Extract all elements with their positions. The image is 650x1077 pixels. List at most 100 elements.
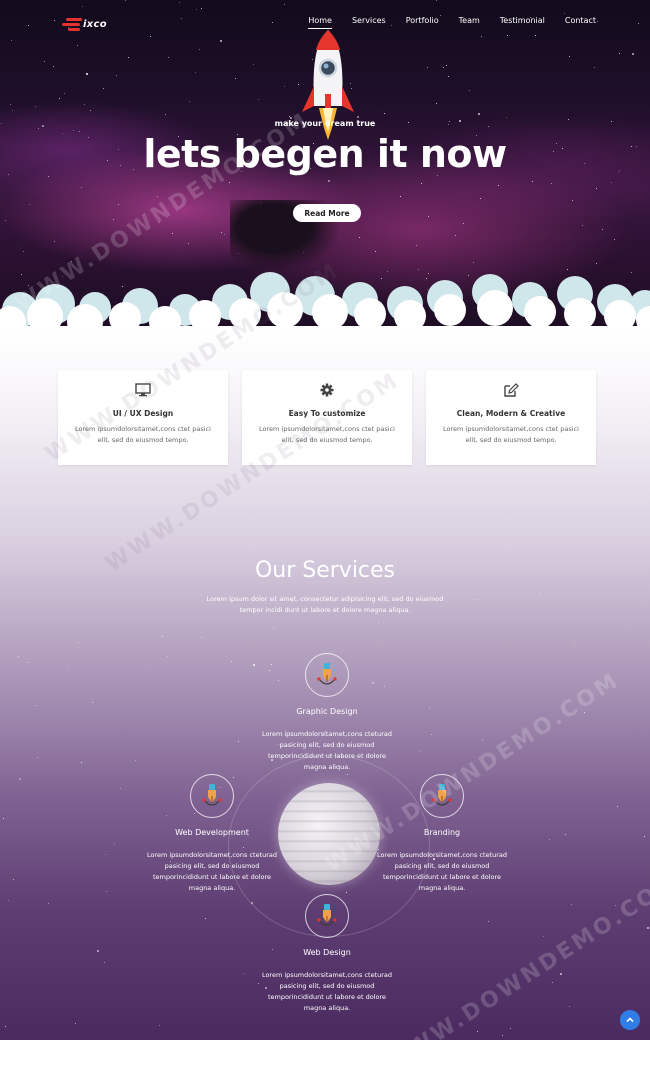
- star: [269, 670, 270, 671]
- star: [328, 180, 330, 182]
- service-icon-web-design[interactable]: [305, 894, 349, 938]
- star: [357, 116, 359, 118]
- feature-card-text: Lorem ipsumdolorsitamet,cons ctet pasici…: [259, 425, 395, 444]
- pen-tool-icon: [317, 663, 337, 685]
- star: [572, 200, 573, 201]
- star: [582, 225, 583, 226]
- star: [443, 67, 444, 68]
- logo-text: ixco: [83, 18, 107, 30]
- star: [644, 836, 645, 837]
- star: [73, 130, 74, 131]
- star: [231, 661, 232, 662]
- service-text: Lorem ipsumdolorsitamet,cons cteturad pa…: [261, 730, 393, 771]
- read-more-button[interactable]: Read More: [293, 204, 361, 222]
- star: [463, 223, 464, 224]
- monitor-icon: [135, 383, 151, 397]
- star: [619, 53, 620, 54]
- star: [97, 950, 99, 952]
- star: [194, 813, 195, 814]
- star: [113, 219, 114, 220]
- star: [38, 128, 39, 129]
- nav-item-services[interactable]: Services: [352, 16, 386, 29]
- star: [421, 183, 422, 184]
- star: [617, 806, 618, 807]
- star: [540, 593, 541, 594]
- pen-tool-icon: [202, 784, 222, 806]
- star: [221, 232, 222, 233]
- star: [28, 662, 29, 663]
- service-icon-graphic-design[interactable]: [305, 653, 349, 697]
- star: [584, 712, 585, 713]
- nav-item-portfolio[interactable]: Portfolio: [406, 16, 439, 29]
- star: [532, 181, 533, 182]
- star: [120, 788, 121, 789]
- star: [565, 834, 566, 835]
- star: [103, 88, 104, 89]
- star: [372, 682, 374, 684]
- star: [64, 93, 65, 94]
- star: [594, 67, 595, 68]
- star: [159, 1025, 160, 1026]
- star: [469, 90, 470, 91]
- star: [157, 196, 158, 197]
- star: [196, 9, 197, 10]
- star: [569, 1006, 570, 1007]
- star: [128, 57, 129, 58]
- star: [253, 64, 254, 65]
- star: [23, 251, 24, 252]
- star: [106, 891, 107, 892]
- star: [37, 757, 38, 758]
- star: [298, 84, 299, 85]
- service-title: Graphic Design: [296, 707, 358, 716]
- star: [244, 973, 245, 974]
- star: [574, 642, 575, 643]
- star: [478, 113, 480, 115]
- services-heading: Our Services: [254, 558, 396, 583]
- star: [162, 636, 163, 637]
- star: [105, 854, 106, 855]
- service-title: Web Design: [303, 948, 351, 957]
- star: [71, 261, 72, 262]
- star: [220, 40, 222, 42]
- star: [149, 665, 150, 666]
- star: [172, 233, 173, 234]
- logo-mark-icon: [60, 16, 82, 32]
- logo[interactable]: ixco: [60, 14, 107, 34]
- star: [271, 664, 272, 665]
- star: [179, 2, 180, 3]
- edit-icon: [504, 383, 519, 397]
- star: [569, 56, 570, 57]
- service-icon-branding[interactable]: [420, 774, 464, 818]
- service-text: Lorem ipsumdolorsitamet,cons cteturad pa…: [261, 971, 393, 1012]
- nav-item-contact[interactable]: Contact: [565, 16, 596, 29]
- star: [68, 665, 69, 666]
- star: [614, 239, 615, 240]
- star: [615, 905, 616, 906]
- gear-icon: [320, 383, 334, 397]
- star: [502, 1035, 503, 1036]
- feature-card-text: Lorem ipsumdolorsitamet,cons ctet pasici…: [443, 425, 579, 444]
- star: [455, 235, 456, 236]
- star: [53, 66, 54, 67]
- star: [284, 86, 285, 87]
- star: [195, 72, 196, 73]
- service-title: Branding: [423, 828, 461, 837]
- service-icon-web-development[interactable]: [190, 774, 234, 818]
- star: [135, 760, 136, 761]
- star: [13, 879, 14, 880]
- star: [235, 78, 236, 79]
- star: [81, 187, 82, 188]
- star: [104, 962, 105, 963]
- pen-tool-icon: [432, 784, 452, 806]
- star: [552, 982, 553, 983]
- star: [384, 686, 385, 687]
- star: [12, 110, 13, 111]
- star: [429, 707, 430, 708]
- star: [278, 680, 279, 681]
- star: [19, 778, 21, 780]
- star: [507, 35, 508, 36]
- back-to-top-button[interactable]: [620, 1010, 640, 1030]
- star: [378, 622, 379, 623]
- nav-item-testimonial[interactable]: Testimonial: [500, 16, 545, 29]
- nav-item-team[interactable]: Team: [459, 16, 480, 29]
